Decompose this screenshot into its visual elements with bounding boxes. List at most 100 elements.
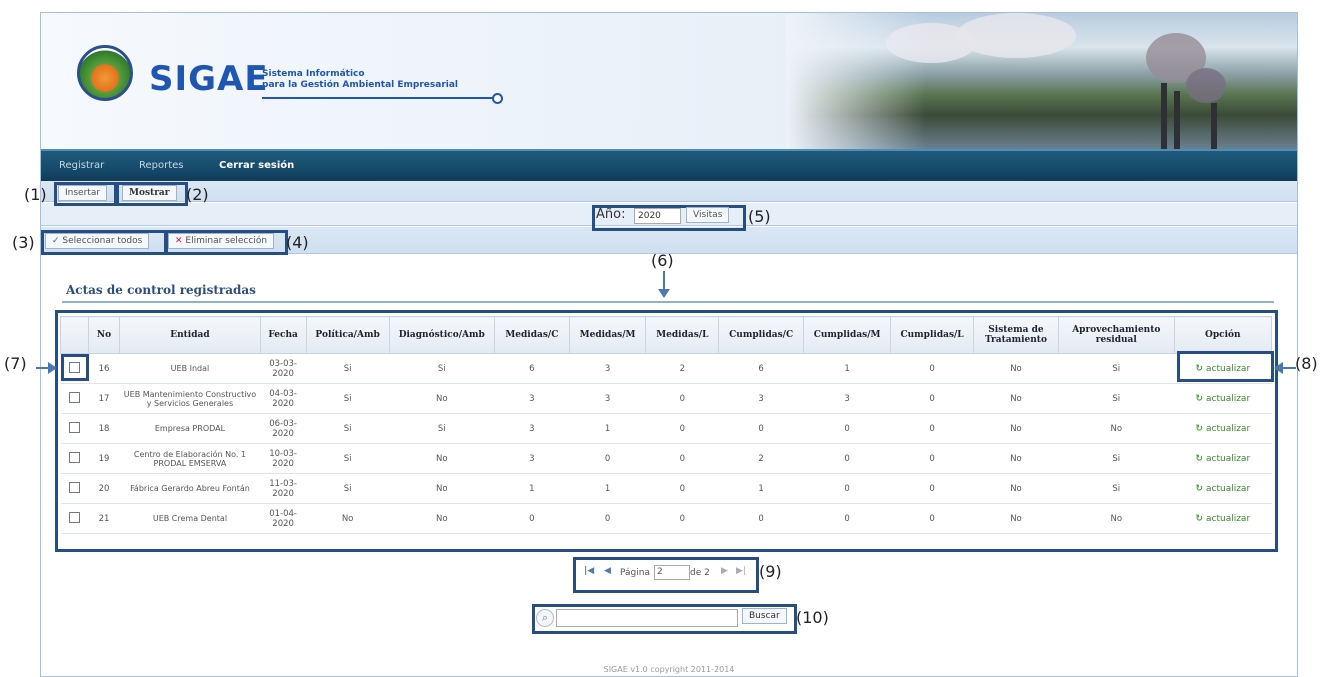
cell-entidad: UEB Mantenimiento Constructivo y Servici… xyxy=(119,383,261,414)
cell-diagnostico: Si xyxy=(389,413,495,444)
section-title: Actas de control registradas xyxy=(66,283,256,297)
callout-box-7 xyxy=(61,354,89,381)
logo-subtitle: Sistema Informático para la Gestión Ambi… xyxy=(262,69,458,91)
row-select-cell xyxy=(60,503,89,534)
col-medidas-c: Medidas/C xyxy=(493,316,570,354)
cell-entidad: UEB Crema Dental xyxy=(119,503,261,534)
cell-fecha: 03-03-2020 xyxy=(260,353,307,384)
cell-cum_m: 1 xyxy=(803,353,891,384)
col-diagnostico: Diagnóstico/Amb xyxy=(388,316,495,354)
cell-diagnostico: No xyxy=(389,503,495,534)
row-select-cell xyxy=(60,473,89,504)
year-field[interactable]: 2020 xyxy=(634,208,681,224)
actas-table: No Entidad Fecha Política/Amb Diagnóstic… xyxy=(60,316,1273,534)
row-select-cell xyxy=(60,383,89,414)
cell-med_l: 0 xyxy=(645,443,719,474)
page-of-label: de 2 xyxy=(690,568,710,578)
cell-med_c: 6 xyxy=(494,353,570,384)
cell-cum_c: 0 xyxy=(718,413,804,444)
cell-cum_c: 2 xyxy=(718,443,804,474)
cell-fecha: 11-03-2020 xyxy=(260,473,307,504)
cell-aprovechamiento: No xyxy=(1058,413,1175,444)
cell-no: 17 xyxy=(88,383,120,414)
cell-no: 20 xyxy=(88,473,120,504)
cell-no: 21 xyxy=(88,503,120,534)
cell-diagnostico: No xyxy=(389,443,495,474)
update-link[interactable]: ↻ actualizar xyxy=(1195,424,1250,434)
prev-page-icon[interactable]: ◀ xyxy=(604,566,611,576)
first-page-icon[interactable]: |◀ xyxy=(584,566,594,576)
update-link[interactable]: ↻ actualizar xyxy=(1195,514,1250,524)
cell-cum_l: 0 xyxy=(890,383,974,414)
row-checkbox[interactable] xyxy=(68,391,80,403)
cell-sistema: No xyxy=(973,443,1059,474)
logo-text: SIGAE xyxy=(149,59,269,99)
cell-aprovechamiento: No xyxy=(1058,503,1175,534)
cell-cum_c: 6 xyxy=(718,353,804,384)
callout-box-8 xyxy=(1177,351,1274,382)
cell-aprovechamiento: Si xyxy=(1058,443,1175,474)
arrow-8-head-icon xyxy=(1274,362,1283,374)
update-link[interactable]: ↻ actualizar xyxy=(1195,484,1250,494)
nav-cerrar-sesion[interactable]: Cerrar sesión xyxy=(219,160,294,171)
col-fecha: Fecha xyxy=(259,316,307,354)
cell-med_m: 3 xyxy=(569,383,646,414)
cell-med_m: 0 xyxy=(569,503,646,534)
sigae-emblem-icon xyxy=(77,45,133,101)
cell-politica: Si xyxy=(306,353,390,384)
nav-registrar[interactable]: Registrar xyxy=(59,160,104,171)
row-checkbox[interactable] xyxy=(68,511,80,523)
refresh-icon: ↻ xyxy=(1195,483,1203,494)
col-medidas-l: Medidas/L xyxy=(645,316,720,354)
col-cumplidas-c: Cumplidas/C xyxy=(718,316,805,354)
callout-label-4: (4) xyxy=(286,233,309,252)
update-link[interactable]: ↻ actualizar xyxy=(1195,454,1250,464)
nav-reportes[interactable]: Reportes xyxy=(139,160,184,171)
cell-med_c: 3 xyxy=(494,443,570,474)
page-label: Página xyxy=(620,568,650,578)
callout-box-4 xyxy=(165,230,288,255)
row-checkbox[interactable] xyxy=(68,481,80,493)
cell-med_l: 0 xyxy=(645,383,719,414)
col-sistema: Sistema de Tratamiento xyxy=(973,316,1059,354)
callout-label-5: (5) xyxy=(748,207,771,226)
refresh-icon: ↻ xyxy=(1195,393,1203,404)
cell-entidad: Fábrica Gerardo Abreu Fontán xyxy=(119,473,261,504)
cell-cum_l: 0 xyxy=(890,413,974,444)
page-input[interactable]: 2 xyxy=(654,565,690,580)
table-row: 20 Fábrica Gerardo Abreu Fontán 11-03-2020… xyxy=(60,473,1272,504)
cell-cum_m: 0 xyxy=(803,413,891,444)
col-select xyxy=(60,316,89,354)
cell-diagnostico: No xyxy=(389,383,495,414)
visits-button[interactable]: Visitas xyxy=(686,207,730,223)
cell-med_l: 0 xyxy=(645,503,719,534)
row-checkbox[interactable] xyxy=(68,451,80,463)
callout-box-1 xyxy=(54,182,117,206)
cell-aprovechamiento: Si xyxy=(1058,383,1175,414)
cell-cum_m: 3 xyxy=(803,383,891,414)
cell-sistema: No xyxy=(973,353,1059,384)
cell-entidad: Centro de Elaboración No. 1 PRODAL EMSER… xyxy=(119,443,261,474)
cell-politica: Si xyxy=(306,443,390,474)
main-nav: Registrar Reportes Cerrar sesión xyxy=(41,149,1297,181)
last-page-icon[interactable]: ▶| xyxy=(736,566,746,576)
cell-opcion: ↻ actualizar xyxy=(1174,413,1272,444)
cell-cum_l: 0 xyxy=(890,443,974,474)
cell-politica: Si xyxy=(306,413,390,444)
callout-label-9: (9) xyxy=(759,562,782,581)
row-checkbox[interactable] xyxy=(68,421,80,433)
next-page-icon[interactable]: ▶ xyxy=(721,566,728,576)
cell-fecha: 04-03-2020 xyxy=(260,383,307,414)
footer-copyright: SIGAE v1.0 copyright 2011-2014 xyxy=(603,665,735,674)
row-select-cell xyxy=(60,443,89,474)
callout-label-8: (8) xyxy=(1295,354,1318,373)
cell-opcion: ↻ actualizar xyxy=(1174,443,1272,474)
update-link[interactable]: ↻ actualizar xyxy=(1195,394,1250,404)
callout-label-10: (10) xyxy=(796,608,829,627)
toolbar-row-1 xyxy=(41,181,1297,202)
cell-med_c: 0 xyxy=(494,503,570,534)
cell-politica: Si xyxy=(306,383,390,414)
year-label: Año: xyxy=(596,207,626,222)
cell-sistema: No xyxy=(973,473,1059,504)
cell-no: 19 xyxy=(88,443,120,474)
